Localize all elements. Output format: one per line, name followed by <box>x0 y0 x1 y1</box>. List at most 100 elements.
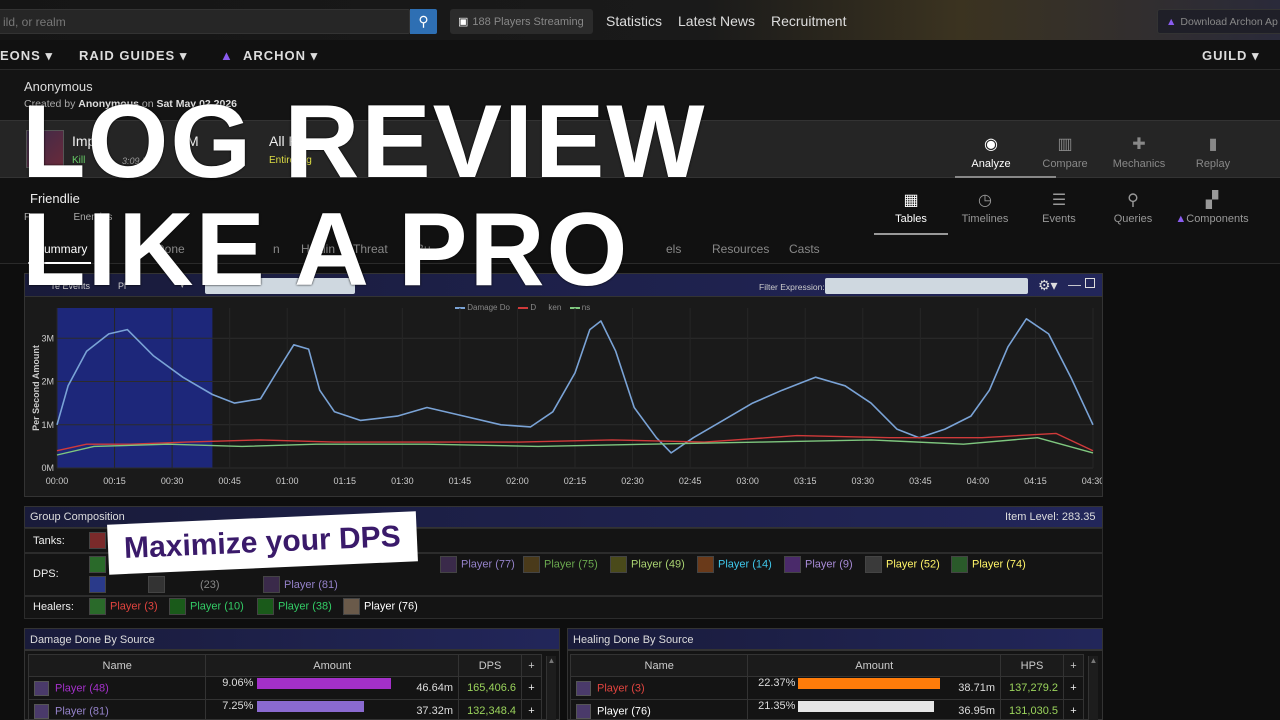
x-tick-label: 02:15 <box>564 476 587 486</box>
nav-dungeons[interactable]: EONS ▾ <box>0 48 53 64</box>
row-add-button[interactable]: + <box>1062 676 1085 700</box>
tab-queries[interactable]: ⚲ Queries <box>1095 190 1171 225</box>
damage-scrollbar[interactable]: ▲ <box>546 656 556 720</box>
col-dps[interactable]: DPS <box>458 654 522 677</box>
x-tick-label: 03:45 <box>909 476 932 486</box>
healing-panel-title: Healing Done By Source <box>573 634 694 646</box>
healing-panel-header: Healing Done By Source <box>567 628 1103 650</box>
col-hps[interactable]: HPS <box>1000 654 1064 677</box>
dps-player[interactable]: Player (14) <box>697 556 772 573</box>
overlay-line-1: LOG REVIEW <box>22 84 707 200</box>
search-icon: ⚲ <box>418 13 429 29</box>
maximize-icon[interactable] <box>1085 278 1095 288</box>
tab-compare[interactable]: ▥ Compare <box>1025 134 1105 170</box>
row-name[interactable]: Player (48) <box>27 676 207 700</box>
class-icon <box>576 703 591 719</box>
dps-player[interactable]: Player (75) <box>523 556 598 573</box>
player-name: Player (38) <box>278 600 332 613</box>
row-name[interactable]: Player (3) <box>569 676 749 700</box>
tab-components-label: Components <box>1186 213 1249 225</box>
row-amount: 22.37% 38.71m <box>747 676 1001 700</box>
latest-news-link[interactable]: Latest News <box>678 13 755 29</box>
damage-table-head: Name Amount DPS + <box>27 654 542 677</box>
tab-events[interactable]: ☰ Events <box>1021 190 1097 225</box>
clock-icon: ◷ <box>978 192 992 209</box>
dps-player[interactable]: Player (74) <box>951 556 1026 573</box>
dps-player[interactable]: Player (77) <box>440 556 515 573</box>
nav-archon[interactable]: ARCHON ▾ <box>243 48 318 64</box>
gear-icon[interactable]: ⚙▾ <box>1038 277 1058 294</box>
streaming-button[interactable]: ▣ 188 Players Streaming <box>450 9 593 34</box>
tab-analyze[interactable]: ◉ Analyze <box>951 134 1031 170</box>
tab-tables[interactable]: ▦ Tables <box>873 190 949 225</box>
col-add[interactable]: + <box>521 654 542 677</box>
dps-player-81[interactable]: Player (81) <box>284 579 338 591</box>
dps-player[interactable]: Player (49) <box>610 556 685 573</box>
dps-player[interactable]: Player (52) <box>865 556 940 573</box>
archon-icon: ▲ <box>1175 213 1187 225</box>
row-add-button[interactable]: + <box>521 676 542 700</box>
row-amount-value: 37.32m <box>416 705 454 717</box>
table-row[interactable]: Player (48) 9.06% 46.64m 165,406.6 + <box>27 676 542 700</box>
col-amount[interactable]: Amount <box>747 654 1001 677</box>
search-input[interactable]: ild, or realm <box>0 9 410 34</box>
compare-icon: ▥ <box>1057 136 1073 153</box>
tab-timelines[interactable]: ◷ Timelines <box>947 190 1023 225</box>
damage-graph[interactable]: 0M 1M 2M 3MPer Second Amount 00:00 00:15 00:30… <box>25 298 1102 496</box>
filter-label: Filter Expression: <box>759 282 825 292</box>
x-tick-label: 00:30 <box>161 476 184 486</box>
x-tick-label: 03:15 <box>794 476 817 486</box>
healer-player[interactable]: Player (3) <box>89 598 158 615</box>
nav-guild[interactable]: GUILD ▾ <box>1202 48 1260 64</box>
x-tick-label: 04:30 <box>1082 476 1102 486</box>
statistics-link[interactable]: Statistics <box>606 13 662 29</box>
twitch-icon: ▣ <box>458 16 469 28</box>
tab-replay[interactable]: ▮ Replay <box>1173 134 1253 170</box>
col-name[interactable]: Name <box>569 654 749 677</box>
tab-components[interactable]: ▞ ▲Components <box>1170 190 1254 225</box>
main-nav <box>0 40 1280 70</box>
recruitment-link[interactable]: Recruitment <box>771 13 846 29</box>
damage-panel-header: Damage Done By Source <box>24 628 560 650</box>
filter-expression-input[interactable] <box>825 278 1028 294</box>
row-add-button[interactable]: + <box>1062 699 1085 720</box>
table-row[interactable]: Player (3) 22.37% 38.71m 137,279.2 + <box>569 676 1085 700</box>
row-amount-value: 36.95m <box>958 705 995 717</box>
class-icon <box>34 680 49 696</box>
col-add[interactable]: + <box>1062 654 1085 677</box>
tab-replay-label: Replay <box>1195 158 1231 170</box>
tab-resources[interactable]: Resources <box>712 242 769 256</box>
class-icon <box>257 598 274 615</box>
row-add-button[interactable]: + <box>521 699 542 720</box>
healer-player[interactable]: Player (10) <box>169 598 244 615</box>
tab-casts[interactable]: Casts <box>789 242 820 256</box>
x-tick-label: 00:00 <box>46 476 69 486</box>
class-icon <box>951 556 968 573</box>
dps-player[interactable]: Player (9) <box>784 556 853 573</box>
download-archon-button[interactable]: ▲ Download Archon Ap <box>1157 9 1280 34</box>
tab-tables-label: Tables <box>895 213 927 225</box>
row-rate: 165,406.6 <box>458 676 522 700</box>
search-button[interactable]: ⚲ <box>410 9 437 34</box>
streaming-label: 188 Players Streaming <box>472 16 584 28</box>
pin-icon: ⚲ <box>1127 192 1139 209</box>
row-name[interactable]: Player (76) <box>569 699 749 720</box>
col-amount[interactable]: Amount <box>205 654 460 677</box>
healer-player[interactable]: Player (76) <box>343 598 418 615</box>
nav-raid-guides[interactable]: RAID GUIDES ▾ <box>79 48 187 64</box>
table-row[interactable]: Player (81) 7.25% 37.32m 132,348.4 + <box>27 699 542 720</box>
table-row[interactable]: Player (76) 21.35% 36.95m 131,030.5 + <box>569 699 1085 720</box>
tab-mechanics[interactable]: ✚ Mechanics <box>1099 134 1179 170</box>
class-icon <box>576 680 591 696</box>
healing-scrollbar[interactable]: ▲ <box>1088 656 1098 720</box>
dps-player-23[interactable]: (23) <box>200 579 220 591</box>
y-tick-label: 2M <box>41 377 54 387</box>
healer-player[interactable]: Player (38) <box>257 598 332 615</box>
item-level: Item Level: 283.35 <box>1005 511 1096 523</box>
minimize-icon[interactable]: — <box>1068 277 1081 292</box>
col-name[interactable]: Name <box>27 654 207 677</box>
row-rate: 137,279.2 <box>1000 676 1064 700</box>
row-name[interactable]: Player (81) <box>27 699 207 720</box>
damage-table: Name Amount DPS + Player (48) 9.06% 46.6… <box>27 654 542 720</box>
x-tick-label: 00:15 <box>103 476 126 486</box>
